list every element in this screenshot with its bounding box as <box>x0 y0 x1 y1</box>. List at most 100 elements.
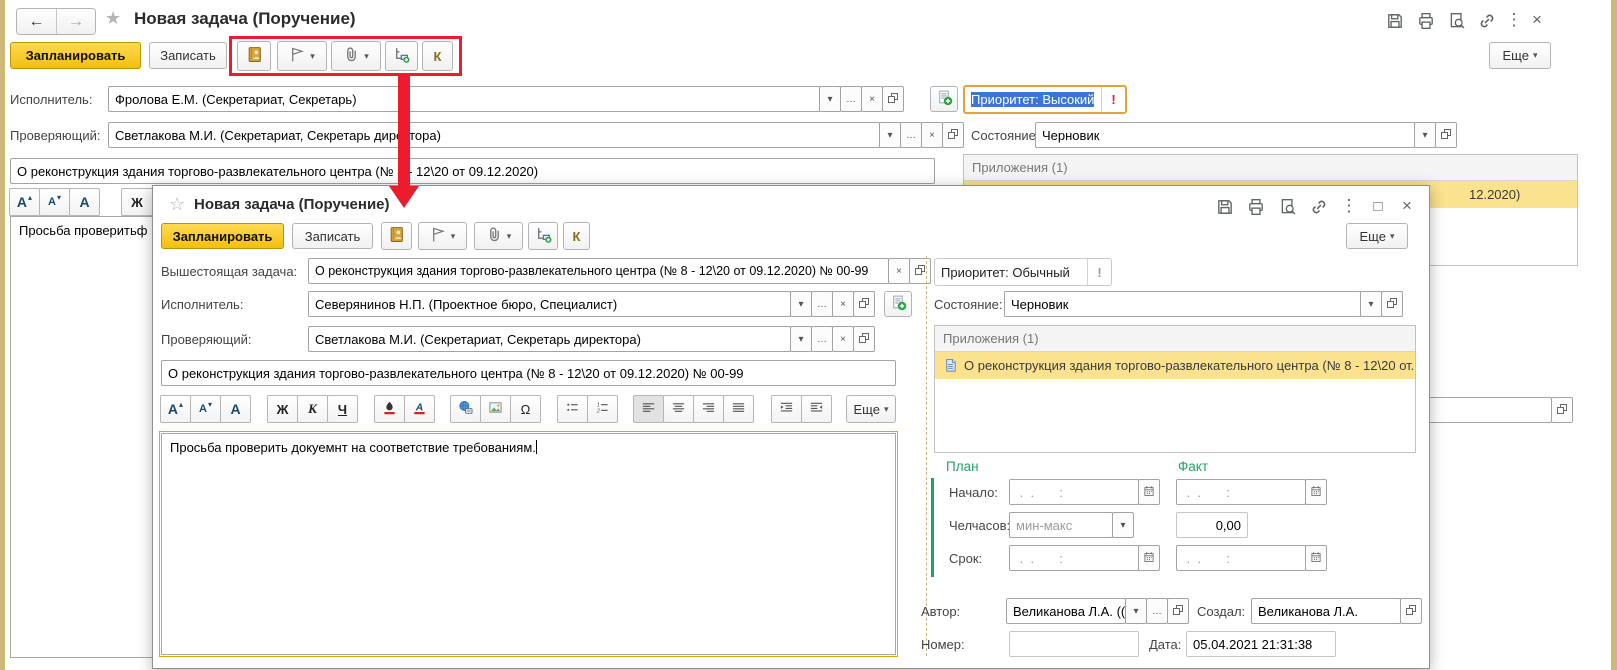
open-icon[interactable] <box>882 86 904 112</box>
create-new-button[interactable] <box>884 291 912 317</box>
calendar-icon[interactable] <box>1305 479 1327 505</box>
priority-control[interactable]: Приоритет: Обычный ! <box>934 258 1112 286</box>
executor-input[interactable]: Фролова Е.М. (Секретариат, Секретарь) <box>108 86 820 112</box>
more-button[interactable]: Еще ▾ <box>1489 42 1551 69</box>
subject-input[interactable]: О реконструкция здания торгово-развлекат… <box>10 158 935 184</box>
reviewer-input[interactable]: Светлакова М.И. (Секретариат, Секретарь … <box>308 326 791 352</box>
calendar-icon[interactable] <box>1138 545 1160 571</box>
date-input[interactable]: 05.04.2021 21:31:38 <box>1186 631 1336 657</box>
bullet-list-button[interactable] <box>557 395 588 423</box>
align-center-button[interactable] <box>663 395 694 423</box>
ellipsis-icon[interactable]: … <box>1146 598 1168 624</box>
font-decrease-button[interactable]: А ▾ <box>39 188 70 216</box>
clear-icon[interactable]: × <box>861 86 883 112</box>
link-icon[interactable] <box>1477 11 1497 31</box>
open-icon[interactable] <box>942 122 964 148</box>
reviewer-input[interactable]: Светлакова М.И. (Секретариат, Секретарь … <box>108 122 880 148</box>
underline-button[interactable]: Ч <box>327 395 358 423</box>
state-input[interactable]: Черновик <box>1035 122 1415 148</box>
calendar-icon[interactable] <box>1305 545 1327 571</box>
print-icon[interactable] <box>1246 197 1266 217</box>
kebab-menu-icon[interactable]: ⋮ <box>1339 196 1359 216</box>
font-increase-button[interactable]: А ▴ <box>9 188 40 216</box>
favorite-star-outline-icon[interactable]: ☆ <box>169 194 185 215</box>
preview-icon[interactable] <box>1447 11 1467 31</box>
priority-control[interactable]: Приоритет: Высокий ! <box>963 85 1127 114</box>
close-icon[interactable]: × <box>1527 10 1547 30</box>
schedule-button[interactable]: Запланировать <box>161 223 284 249</box>
panel-splitter[interactable] <box>926 256 927 656</box>
flag-button[interactable]: ▾ <box>418 222 467 250</box>
save-icon[interactable] <box>1385 11 1405 31</box>
kebab-menu-icon[interactable]: ⋮ <box>1504 10 1524 30</box>
clear-icon[interactable]: × <box>888 258 910 284</box>
parent-task-input[interactable]: О реконструкция здания торгово-развлекат… <box>308 258 889 284</box>
dropdown-icon[interactable]: ▾ <box>1360 291 1382 317</box>
open-icon[interactable] <box>853 326 875 352</box>
open-icon[interactable] <box>1551 397 1573 423</box>
record-button[interactable]: Записать <box>292 223 373 249</box>
open-icon[interactable] <box>1167 598 1189 624</box>
author-input[interactable]: Великанова Л.А. (( <box>1006 598 1126 624</box>
highlight-color-button[interactable] <box>374 395 405 423</box>
preview-icon[interactable] <box>1278 197 1298 217</box>
clear-icon[interactable]: × <box>832 326 854 352</box>
create-new-button[interactable] <box>930 86 958 112</box>
dropdown-icon[interactable]: ▾ <box>879 122 901 148</box>
open-icon[interactable] <box>1435 122 1457 148</box>
executor-input[interactable]: Северянинов Н.П. (Проектное бюро, Специа… <box>308 291 791 317</box>
clear-icon[interactable]: × <box>832 291 854 317</box>
address-book-button[interactable] <box>381 222 412 250</box>
fact-hours-input[interactable]: 0,00 <box>1176 512 1248 538</box>
bold-button[interactable]: Ж <box>267 395 298 423</box>
subject-input[interactable]: О реконструкция здания торгово-развлекат… <box>161 360 896 386</box>
plan-due-input[interactable]: . . : <box>1009 545 1139 571</box>
dropdown-icon[interactable]: ▾ <box>819 86 841 112</box>
close-icon[interactable]: × <box>1397 196 1417 216</box>
open-icon[interactable] <box>1400 598 1422 624</box>
fact-due-input[interactable]: . . : <box>1176 545 1306 571</box>
calendar-icon[interactable] <box>1138 479 1160 505</box>
ellipsis-icon[interactable]: … <box>840 86 862 112</box>
italic-button[interactable]: К <box>297 395 328 423</box>
more-button[interactable]: Еще ▾ <box>1346 223 1408 249</box>
schedule-button[interactable]: Запланировать <box>10 42 141 69</box>
maximize-icon[interactable]: □ <box>1368 196 1388 216</box>
favorite-star-icon[interactable]: ★ <box>105 8 121 29</box>
ellipsis-icon[interactable]: … <box>811 326 833 352</box>
font-button[interactable]: А <box>69 188 100 216</box>
font-color-button[interactable]: A <box>404 395 435 423</box>
font-increase-button[interactable]: А ▴ <box>160 395 191 423</box>
align-right-button[interactable] <box>693 395 724 423</box>
print-icon[interactable] <box>1416 11 1436 31</box>
hyperlink-button[interactable] <box>450 395 481 423</box>
open-icon[interactable] <box>909 258 931 284</box>
dropdown-icon[interactable]: ▾ <box>1112 512 1134 538</box>
indent-increase-button[interactable] <box>771 395 802 423</box>
attach-file-button[interactable]: ▾ <box>474 222 523 250</box>
record-button[interactable]: Записать <box>149 42 227 69</box>
ellipsis-icon[interactable]: … <box>900 122 922 148</box>
dropdown-icon[interactable]: ▾ <box>790 326 812 352</box>
state-input[interactable]: Черновик <box>1004 291 1361 317</box>
indent-decrease-button[interactable] <box>801 395 832 423</box>
symbol-button[interactable]: Ω <box>510 395 541 423</box>
plan-start-input[interactable]: . . : <box>1009 479 1139 505</box>
dropdown-icon[interactable]: ▾ <box>1125 598 1147 624</box>
numbered-list-button[interactable]: 12 <box>587 395 618 423</box>
format-more-button[interactable]: Еще ▾ <box>846 395 896 423</box>
align-left-button[interactable] <box>633 395 664 423</box>
open-icon[interactable] <box>853 291 875 317</box>
attachment-row[interactable]: О реконструкция здания торгово-развлекат… <box>935 352 1415 379</box>
link-icon[interactable] <box>1309 197 1329 217</box>
bold-button[interactable]: Ж <box>121 188 153 216</box>
number-input[interactable] <box>1009 631 1139 657</box>
ellipsis-icon[interactable]: … <box>811 291 833 317</box>
clear-icon[interactable]: × <box>921 122 943 148</box>
back-button[interactable]: ← <box>17 9 56 34</box>
created-by-input[interactable]: Великанова Л.А. <box>1251 598 1401 624</box>
plan-hours-input[interactable]: мин-макс <box>1009 512 1113 538</box>
dropdown-icon[interactable]: ▾ <box>790 291 812 317</box>
insert-image-button[interactable] <box>480 395 511 423</box>
font-button[interactable]: А <box>220 395 251 423</box>
